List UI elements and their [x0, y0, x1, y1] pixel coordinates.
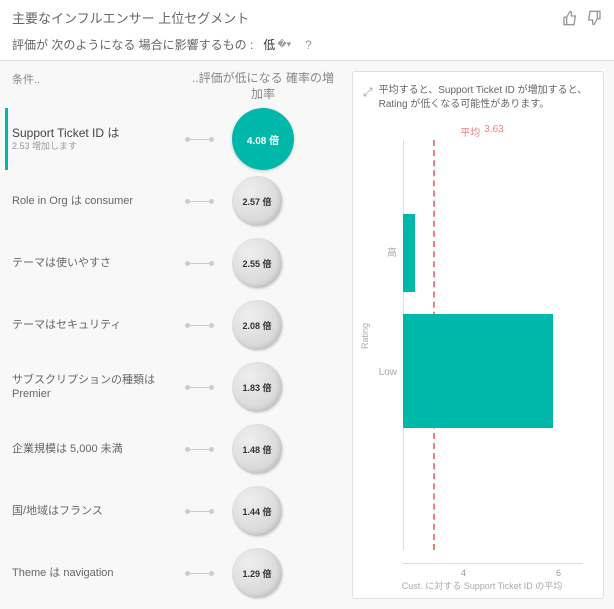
influencer-row[interactable]: Theme は navigation 1.29 倍	[12, 542, 334, 604]
influencer-label: 国/地域はフランス	[12, 504, 187, 518]
influencer-row[interactable]: テーマはセキュリティ 2.08 倍	[12, 294, 334, 356]
expand-icon[interactable]: ⤢	[363, 84, 373, 112]
influencer-row[interactable]: Role in Org は consumer 2.57 倍	[12, 170, 334, 232]
influencer-row[interactable]: 企業規模は 5,000 未満 1.48 倍	[12, 418, 334, 480]
influencer-label: Support Ticket ID は2.53 増加します	[12, 126, 187, 153]
connector-line	[187, 449, 212, 450]
probability-bubble: 1.48 倍	[232, 424, 282, 474]
influencer-row[interactable]: テーマは使いやすさ 2.55 倍	[12, 232, 334, 294]
influencer-row[interactable]: 国/地域はフランス 1.44 倍	[12, 480, 334, 542]
probability-bubble: 2.08 倍	[232, 300, 282, 350]
dropdown-value: 低	[263, 36, 275, 53]
detail-panel: ⤢ 平均すると、Support Ticket ID が増加すると、Rating …	[352, 71, 604, 599]
probability-bubble: 2.57 倍	[232, 176, 282, 226]
connector-line	[187, 325, 212, 326]
influencer-label: 企業規模は 5,000 未満	[12, 442, 187, 456]
influencer-row[interactable]: サブスクリプションの種類は Premier 1.83 倍	[12, 356, 334, 418]
connector-line	[187, 511, 212, 512]
avg-label: 平均 3.63	[460, 124, 503, 139]
influencers-panel: 条件.. ..評価が低になる 確率の増加率 Support Ticket ID …	[0, 61, 342, 609]
y-tick-high: 高	[369, 244, 397, 259]
col-header-probability: ..評価が低になる 確率の増加率	[192, 71, 334, 102]
connector-line	[187, 263, 212, 264]
panel-description: 平均すると、Support Ticket ID が増加すると、Rating が低…	[379, 84, 593, 112]
influencer-label: テーマはセキュリティ	[12, 318, 187, 332]
bar-chart: 平均 3.63 Rating 高 Low 4 6 Cust. に対する Supp…	[371, 124, 593, 590]
influencer-label: Theme は navigation	[12, 566, 187, 580]
chevron-down-icon: �▾	[277, 39, 291, 50]
thumbs-up-icon[interactable]	[562, 10, 578, 26]
connector-line	[187, 573, 212, 574]
help-icon[interactable]: ?	[305, 38, 312, 52]
subtitle-row: 評価が 次のようになる 場合に影響するもの : 低 �▾ ?	[12, 35, 602, 54]
feedback-thumbs	[562, 10, 602, 26]
influencer-row[interactable]: Support Ticket ID は2.53 増加します 4.08 倍	[5, 108, 334, 170]
page-title: 主要なインフルエンサー 上位セグメント	[12, 8, 249, 27]
connector-line	[187, 387, 212, 388]
bar-high	[403, 214, 415, 292]
x-tick: 6	[556, 568, 561, 578]
x-tick: 4	[461, 568, 466, 578]
influencer-label: テーマは使いやすさ	[12, 256, 187, 270]
y-axis-title: Rating	[360, 323, 370, 349]
probability-bubble: 1.29 倍	[232, 548, 282, 598]
probability-bubble: 1.44 倍	[232, 486, 282, 536]
x-axis	[403, 563, 583, 564]
probability-bubble: 2.55 倍	[232, 238, 282, 288]
influencer-label: Role in Org は consumer	[12, 194, 187, 208]
influencer-label: サブスクリプションの種類は Premier	[12, 373, 187, 402]
probability-bubble: 4.08 倍	[232, 108, 294, 170]
col-header-condition: 条件..	[12, 71, 192, 102]
x-axis-title: Cust. に対する Support Ticket ID の平均	[371, 579, 593, 592]
thumbs-down-icon[interactable]	[586, 10, 602, 26]
y-tick-low: Low	[369, 367, 397, 378]
bar-low	[403, 314, 553, 428]
connector-line	[187, 139, 212, 140]
value-dropdown[interactable]: 低 �▾	[259, 35, 295, 54]
connector-line	[187, 201, 212, 202]
probability-bubble: 1.83 倍	[232, 362, 282, 412]
subtitle-prefix: 評価が 次のようになる 場合に影響するもの :	[12, 36, 253, 53]
